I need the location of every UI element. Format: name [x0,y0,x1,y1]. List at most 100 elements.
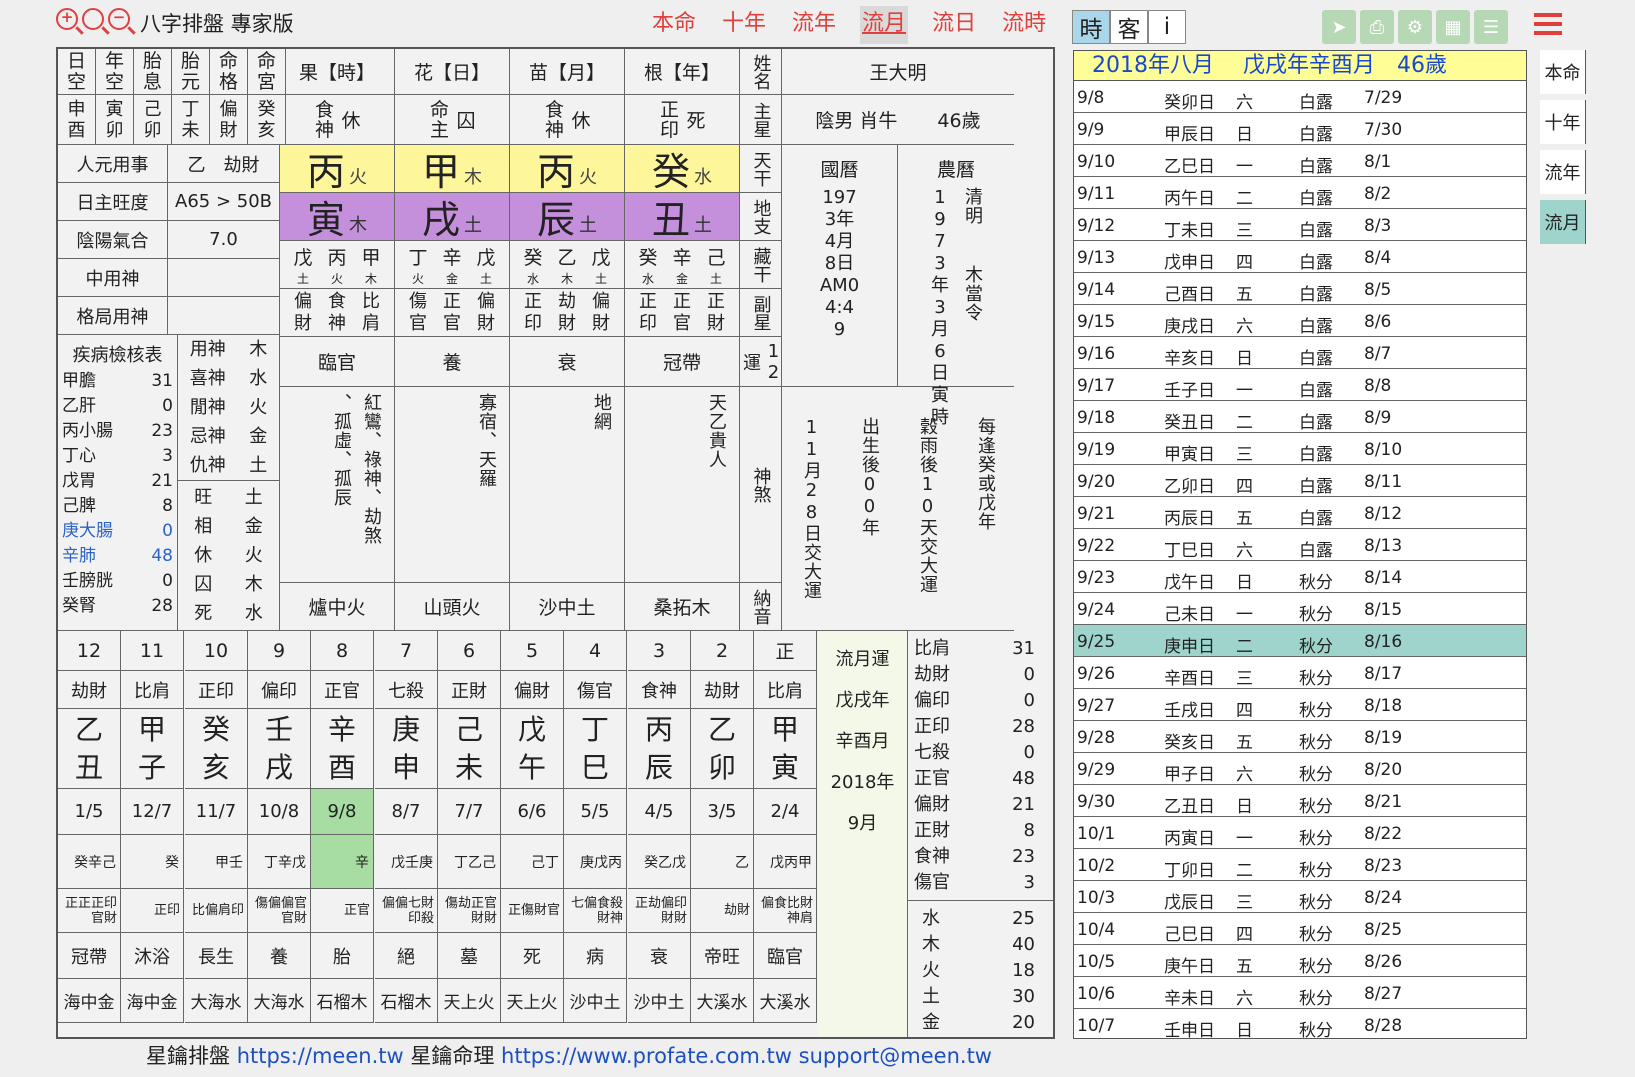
day-row[interactable]: 9/12 丁未日 三 白露 8/3 [1074,209,1526,241]
day-col-4: 8/14 [1364,568,1403,588]
day-row[interactable]: 9/10 乙巳日 一 白露 8/1 [1074,145,1526,177]
god-state: 囚 [456,110,476,132]
day-row[interactable]: 9/22 丁巳日 六 白露 8/13 [1074,529,1526,561]
day-row[interactable]: 9/8 癸卯日 六 白露 7/29 [1074,81,1526,113]
day-row[interactable]: 9/13 戊申日 四 白露 8/4 [1074,241,1526,273]
day-row[interactable]: 9/18 癸丑日 二 白露 8/9 [1074,401,1526,433]
footer-email[interactable]: support@meen.tw [799,1044,992,1068]
fuxing-star: 正印 [524,290,542,334]
tab-0[interactable]: 本命 [650,6,698,44]
day-row[interactable]: 9/29 甲子日 六 秋分 8/20 [1074,753,1526,785]
footer-link-profate[interactable]: https://www.profate.com.tw [501,1044,792,1068]
hidden-stem: 丁火 [408,243,427,287]
month-hidden-5: 戊壬庚 [375,835,438,889]
toggle-1[interactable]: 客 [1110,10,1148,44]
wx-name: 旺 [194,487,213,508]
toolbar-icons: ➤ ⎙ ⚙ ▦ ☰ [1322,10,1508,44]
disease-val: 48 [151,546,173,566]
element-val: 25 [1012,907,1035,929]
tab-4[interactable]: 流日 [930,6,978,44]
tengod-name: 偏財 [914,793,950,815]
calendar-icon[interactable]: ▦ [1436,10,1470,44]
element-row: 金 20 [908,1010,1053,1036]
pillar-header-0: 果【時】 [280,49,395,95]
day-row[interactable]: 9/15 庚戌日 六 白露 8/6 [1074,305,1526,337]
day-col-2: 三 [1236,221,1253,241]
nayin-3: 桑拓木 [625,583,740,631]
stem-char: 甲 [421,150,460,194]
disease-row: 己脾 8 [58,494,177,519]
day-col-0: 10/1 [1077,824,1116,844]
zoom-out-icon[interactable]: − [108,8,130,30]
element-name: 水 [922,907,940,929]
disease-val: 31 [151,371,173,391]
day-row[interactable]: 9/21 丙辰日 五 白露 8/12 [1074,497,1526,529]
day-col-3: 秋分 [1299,765,1333,785]
day-row[interactable]: 9/24 己未日 一 秋分 8/15 [1074,593,1526,625]
day-row[interactable]: 10/1 丙寅日 一 秋分 8/22 [1074,817,1526,849]
tab-2[interactable]: 流年 [790,6,838,44]
day-col-3: 秋分 [1299,637,1333,657]
month-branch: 辰 [644,750,673,784]
day-row[interactable]: 9/14 己酉日 五 白露 8/5 [1074,273,1526,305]
tengod-name: 七殺 [914,741,950,763]
day-row[interactable]: 9/30 乙丑日 日 秋分 8/21 [1074,785,1526,817]
side-tab-2[interactable]: 流年 [1540,150,1586,194]
day-row[interactable]: 9/28 癸亥日 五 秋分 8/19 [1074,721,1526,753]
hidden-char: 戊 [476,246,496,269]
day-row[interactable]: 9/16 辛亥日 日 白露 8/7 [1074,337,1526,369]
day-col-1: 戊午日 [1164,573,1215,593]
day-col-3: 白露 [1299,317,1333,337]
chart-icon[interactable]: ☰ [1474,10,1508,44]
toggle-2[interactable]: i [1148,10,1186,44]
day-row[interactable]: 9/25 庚申日 二 秋分 8/16 [1074,625,1526,657]
day-col-2: 六 [1236,989,1253,1009]
share-icon[interactable]: ➤ [1322,10,1356,44]
day-col-2: 日 [1236,797,1253,817]
month-stem: 丁 [580,712,609,746]
footer-link-meen[interactable]: https://meen.tw [237,1044,404,1068]
day-row[interactable]: 9/19 甲寅日 三 白露 8/10 [1074,433,1526,465]
day-col-0: 9/13 [1077,248,1116,268]
tab-1[interactable]: 十年 [720,6,768,44]
day-row[interactable]: 10/2 丁卯日 二 秋分 8/23 [1074,849,1526,881]
day-row[interactable]: 9/23 戊午日 日 秋分 8/14 [1074,561,1526,593]
day-row[interactable]: 9/11 丙午日 二 白露 8/2 [1074,177,1526,209]
day-row[interactable]: 9/9 甲辰日 日 白露 7/30 [1074,113,1526,145]
day-row[interactable]: 10/4 己巳日 四 秋分 8/25 [1074,913,1526,945]
row-label-fx: 副星 [740,289,782,337]
toggle-0[interactable]: 時 [1072,10,1110,44]
day-col-4: 8/10 [1364,440,1403,460]
day-row[interactable]: 9/20 乙卯日 四 白露 8/11 [1074,465,1526,497]
menu-icon[interactable] [1534,10,1562,36]
hidden-char: 辛 [442,246,462,269]
hidden-char: 乙 [557,246,577,269]
month-god-7: 偏財 [501,671,564,709]
day-row[interactable]: 9/27 壬戌日 四 秋分 8/18 [1074,689,1526,721]
day-row[interactable]: 9/17 壬子日 一 白露 8/8 [1074,369,1526,401]
day-row[interactable]: 10/7 壬申日 日 秋分 8/28 [1074,1009,1526,1038]
day-row[interactable]: 10/6 辛未日 六 秋分 8/27 [1074,977,1526,1009]
day-row[interactable]: 10/5 庚午日 五 秋分 8/26 [1074,945,1526,977]
tab-3[interactable]: 流月 [860,6,909,44]
pillar-god-3: 正印死 [625,95,740,145]
day-col-0: 9/12 [1077,216,1116,236]
tengod-val: 8 [1023,819,1035,841]
side-tab-1[interactable]: 十年 [1540,100,1586,144]
fuxing-1: 傷官 正官 偏財 [395,289,510,337]
zoom-reset-icon[interactable]: + [56,8,78,30]
gear-icon[interactable]: ⚙ [1398,10,1432,44]
zoom-in-icon[interactable] [82,8,104,30]
day-row[interactable]: 9/26 辛酉日 三 秋分 8/17 [1074,657,1526,689]
month-nayin-1: 海中金 [121,979,184,1023]
month-nayin-10: 大溪水 [691,979,754,1023]
branch-1: 戌土 [395,193,510,242]
side-tab-0[interactable]: 本命 [1540,50,1586,94]
side-tab-3[interactable]: 流月 [1540,200,1586,244]
day-row[interactable]: 10/3 戊辰日 三 秋分 8/24 [1074,881,1526,913]
month-hidden-9: 癸乙戊 [628,835,691,889]
print-icon[interactable]: ⎙ [1360,10,1394,44]
ys-name: 忌神 [189,426,226,447]
tab-5[interactable]: 流時 [1000,6,1048,44]
month-nayin-7: 天上火 [501,979,564,1023]
